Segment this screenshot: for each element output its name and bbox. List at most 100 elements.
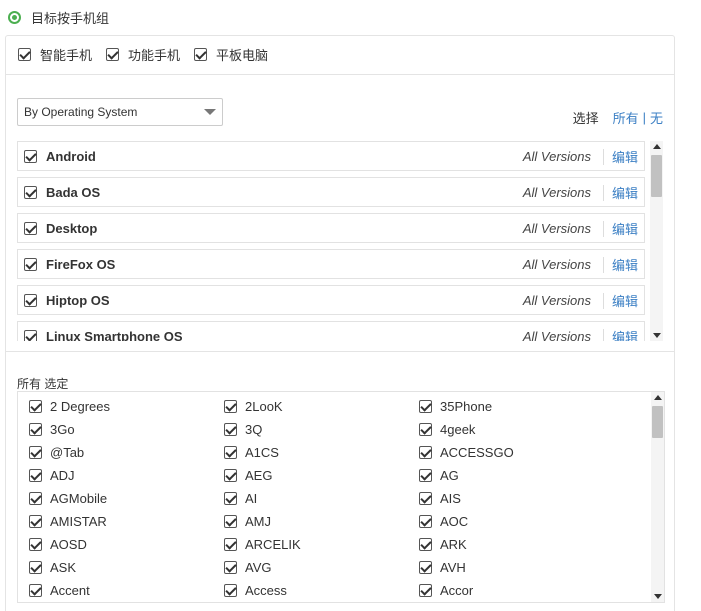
brand-checkbox-item[interactable]: AIS <box>419 487 614 510</box>
brand-list-scrollbar[interactable] <box>651 392 664 602</box>
section-title: 目标按手机组 <box>31 10 110 26</box>
brand-checkbox-item[interactable]: AVG <box>224 556 419 579</box>
brand-checkbox-item[interactable]: AG <box>419 464 614 487</box>
device-featurephone-checkbox[interactable]: 功能手机 <box>106 45 180 64</box>
checkbox-checked-icon[interactable] <box>419 469 432 482</box>
brand-checkbox-item[interactable]: Accor <box>419 579 614 602</box>
os-versions: All Versions <box>522 256 591 272</box>
checkbox-checked-icon[interactable] <box>419 515 432 528</box>
brand-checkbox-item[interactable]: AMJ <box>224 510 419 533</box>
edit-link[interactable]: 编辑 <box>612 327 638 342</box>
brand-checkbox-item[interactable]: AI <box>224 487 419 510</box>
brand-checkbox-item[interactable]: ACCESSGO <box>419 441 614 464</box>
checkbox-checked-icon[interactable] <box>24 257 37 271</box>
checkbox-checked-icon[interactable] <box>29 538 42 551</box>
checkbox-checked-icon[interactable] <box>419 400 432 413</box>
brand-checkbox-item[interactable]: ADJ <box>29 464 224 487</box>
os-row[interactable]: Hiptop OS All Versions 编辑 <box>17 285 645 315</box>
brand-name: AMISTAR <box>50 514 107 529</box>
checkbox-checked-icon[interactable] <box>419 492 432 505</box>
scroll-up-icon[interactable] <box>654 395 662 400</box>
brand-checkbox-item[interactable]: AVH <box>419 556 614 579</box>
checkbox-checked-icon[interactable] <box>29 561 42 574</box>
checkbox-checked-icon[interactable] <box>29 584 42 597</box>
radio-selected-icon[interactable] <box>8 10 21 24</box>
checkbox-checked-icon[interactable] <box>29 492 42 505</box>
checkbox-checked-icon[interactable] <box>29 515 42 528</box>
checkbox-checked-icon[interactable] <box>18 48 31 61</box>
brand-checkbox-item[interactable]: Access <box>224 579 419 602</box>
brand-checkbox-item[interactable]: AMISTAR <box>29 510 224 533</box>
brand-name: AOSD <box>50 537 87 552</box>
edit-link[interactable]: 编辑 <box>612 291 638 310</box>
brand-checkbox-item[interactable]: AOSD <box>29 533 224 556</box>
checkbox-checked-icon[interactable] <box>419 538 432 551</box>
brand-checkbox-item[interactable]: 2LooK <box>224 395 419 418</box>
checkbox-checked-icon[interactable] <box>224 538 237 551</box>
checkbox-checked-icon[interactable] <box>24 185 37 199</box>
scroll-up-icon[interactable] <box>653 144 661 149</box>
checkbox-checked-icon[interactable] <box>224 400 237 413</box>
checkbox-checked-icon[interactable] <box>29 423 42 436</box>
divider <box>603 221 604 237</box>
brand-checkbox-item[interactable]: 35Phone <box>419 395 614 418</box>
brand-name: @Tab <box>50 445 85 460</box>
select-all-link[interactable]: 所有 <box>613 108 639 127</box>
checkbox-checked-icon[interactable] <box>106 48 120 61</box>
select-none-link[interactable]: 无 <box>650 108 663 127</box>
brand-checkbox-item[interactable]: 2 Degrees <box>29 395 224 418</box>
scroll-down-icon[interactable] <box>653 333 661 338</box>
os-row[interactable]: FireFox OS All Versions 编辑 <box>17 249 645 279</box>
os-row[interactable]: Android All Versions 编辑 <box>17 141 645 171</box>
brand-checkbox-item[interactable]: 3Q <box>224 418 419 441</box>
brand-checkbox-item[interactable]: Accent <box>29 579 224 602</box>
filter-mode-select[interactable]: By Operating System <box>17 98 223 126</box>
scrollbar-thumb[interactable] <box>652 406 663 438</box>
edit-link[interactable]: 编辑 <box>612 183 638 202</box>
brand-checkbox-item[interactable]: ARCELIK <box>224 533 419 556</box>
os-row[interactable]: Desktop All Versions 编辑 <box>17 213 645 243</box>
device-type-row: 智能手机 功能手机 平板电脑 <box>18 45 282 64</box>
checkbox-checked-icon[interactable] <box>224 492 237 505</box>
checkbox-checked-icon[interactable] <box>419 584 432 597</box>
edit-link[interactable]: 编辑 <box>612 255 638 274</box>
scroll-down-icon[interactable] <box>654 594 662 599</box>
checkbox-checked-icon[interactable] <box>224 515 237 528</box>
checkbox-checked-icon[interactable] <box>224 446 237 459</box>
brand-checkbox-item[interactable]: ASK <box>29 556 224 579</box>
scrollbar-thumb[interactable] <box>651 155 662 197</box>
device-smartphone-checkbox[interactable]: 智能手机 <box>18 45 92 64</box>
checkbox-checked-icon[interactable] <box>29 446 42 459</box>
checkbox-checked-icon[interactable] <box>24 221 37 235</box>
checkbox-checked-icon[interactable] <box>29 400 42 413</box>
brand-grid: 2 Degrees 2LooK 35Phone 3Go 3Q 4geek @Tab A1CS A… <box>29 395 614 602</box>
checkbox-checked-icon[interactable] <box>419 446 432 459</box>
checkbox-checked-icon[interactable] <box>224 561 237 574</box>
brand-checkbox-item[interactable]: @Tab <box>29 441 224 464</box>
brand-checkbox-item[interactable]: AOC <box>419 510 614 533</box>
checkbox-checked-icon[interactable] <box>194 48 208 61</box>
checkbox-checked-icon[interactable] <box>29 469 42 482</box>
checkbox-checked-icon[interactable] <box>24 329 37 341</box>
brand-checkbox-item[interactable]: ARK <box>419 533 614 556</box>
os-list-scrollbar[interactable] <box>650 141 663 341</box>
edit-link[interactable]: 编辑 <box>612 147 638 166</box>
checkbox-checked-icon[interactable] <box>419 423 432 436</box>
checkbox-checked-icon[interactable] <box>224 584 237 597</box>
checkbox-checked-icon[interactable] <box>24 293 37 307</box>
brand-checkbox-item[interactable]: AGMobile <box>29 487 224 510</box>
os-row[interactable]: Linux Smartphone OS All Versions 编辑 <box>17 321 645 341</box>
brand-checkbox-item[interactable]: 4geek <box>419 418 614 441</box>
checkbox-checked-icon[interactable] <box>224 423 237 436</box>
checkbox-checked-icon[interactable] <box>224 469 237 482</box>
device-tablet-checkbox[interactable]: 平板电脑 <box>194 45 268 64</box>
target-handset-group-header: 目标按手机组 <box>8 8 109 26</box>
checkbox-checked-icon[interactable] <box>24 149 37 163</box>
brand-checkbox-item[interactable]: 3Go <box>29 418 224 441</box>
os-row[interactable]: Bada OS All Versions 编辑 <box>17 177 645 207</box>
brand-checkbox-item[interactable]: A1CS <box>224 441 419 464</box>
brand-checkbox-item[interactable]: AEG <box>224 464 419 487</box>
checkbox-checked-icon[interactable] <box>419 561 432 574</box>
edit-link[interactable]: 编辑 <box>612 219 638 238</box>
brand-name: Accent <box>50 583 90 598</box>
